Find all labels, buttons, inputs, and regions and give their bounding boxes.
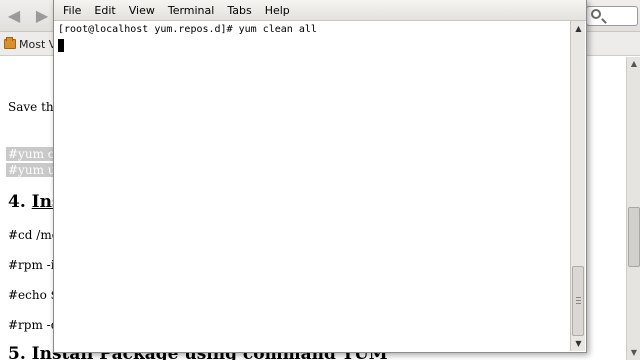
forward-arrow-icon[interactable]: ▶ bbox=[32, 6, 52, 26]
bookmark-most-visited[interactable]: Most V bbox=[4, 36, 56, 52]
bookmark-most-visited-label: Most V bbox=[19, 37, 57, 51]
terminal-prompt-line: [root@localhost yum.repos.d]# yum clean … bbox=[58, 24, 317, 35]
menu-terminal[interactable]: Terminal bbox=[168, 4, 215, 17]
back-arrow-icon[interactable]: ◀ bbox=[4, 6, 24, 26]
terminal-vertical-scrollbar[interactable]: ▲ ▼ bbox=[570, 21, 585, 351]
menu-edit[interactable]: Edit bbox=[94, 4, 115, 17]
menu-tabs[interactable]: Tabs bbox=[227, 4, 251, 17]
menu-help[interactable]: Help bbox=[265, 4, 290, 17]
terminal-cursor bbox=[58, 39, 64, 52]
browser-vertical-scrollbar[interactable]: ▲ ▼ bbox=[626, 57, 640, 360]
scroll-down-arrow-icon[interactable]: ▼ bbox=[573, 338, 584, 349]
terminal-output[interactable]: [root@localhost yum.repos.d]# yum clean … bbox=[56, 21, 572, 351]
doc-cmd-cd: #cd /me bbox=[8, 228, 59, 242]
grip-line bbox=[576, 297, 581, 298]
doc-cmd-echo: #echo $ bbox=[8, 288, 59, 302]
doc-heading-4-number: 4. bbox=[8, 192, 26, 212]
terminal-scroll-thumb[interactable] bbox=[572, 266, 584, 336]
menu-view[interactable]: View bbox=[129, 4, 155, 17]
scroll-down-arrow-icon[interactable]: ▼ bbox=[629, 348, 639, 358]
search-icon bbox=[591, 9, 601, 19]
terminal-menubar: File Edit View Terminal Tabs Help bbox=[54, 0, 586, 21]
scroll-up-arrow-icon[interactable]: ▲ bbox=[573, 23, 584, 34]
browser-scroll-thumb[interactable] bbox=[628, 207, 640, 267]
doc-cmd-rpm-i: #rpm -i bbox=[8, 258, 55, 272]
bookmark-folder-icon bbox=[4, 37, 16, 49]
grip-line bbox=[576, 303, 581, 304]
browser-search-box[interactable] bbox=[586, 6, 638, 26]
terminal-window[interactable]: File Edit View Terminal Tabs Help [root@… bbox=[53, 0, 587, 353]
menu-file[interactable]: File bbox=[63, 4, 81, 17]
grip-line bbox=[576, 300, 581, 301]
scroll-up-arrow-icon[interactable]: ▲ bbox=[629, 59, 639, 69]
doc-cmd-rpm-q: #rpm -q bbox=[8, 318, 59, 332]
